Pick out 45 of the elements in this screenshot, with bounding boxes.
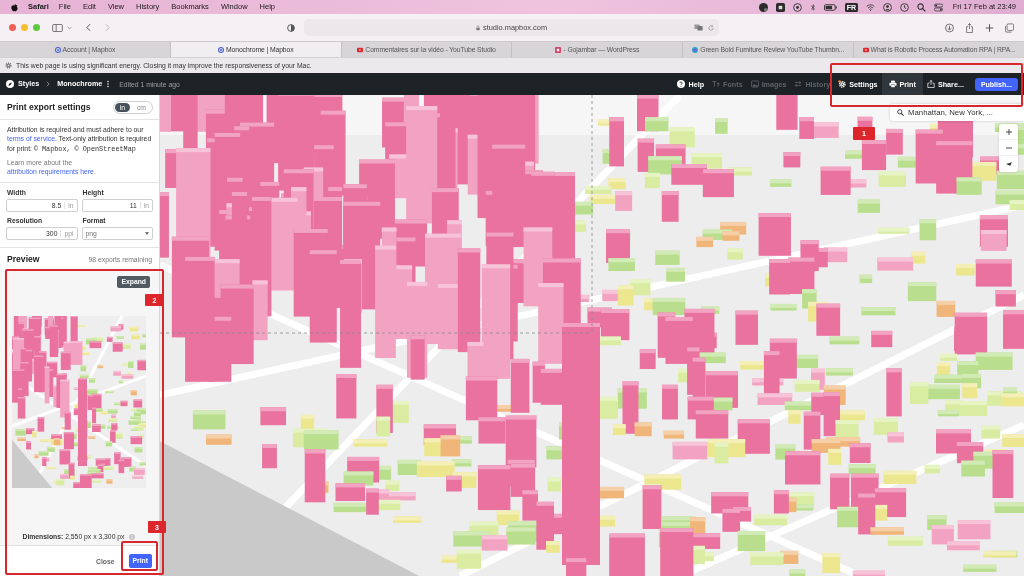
- caret-icon: [145, 232, 149, 236]
- swap-arrows-icon: [794, 80, 803, 88]
- control-center-icon[interactable]: [933, 2, 943, 12]
- text-icon: [712, 80, 721, 88]
- bluetooth-icon[interactable]: [810, 2, 817, 12]
- gear-icon: [838, 80, 847, 88]
- battery-icon[interactable]: [824, 3, 838, 11]
- printer-icon: [888, 80, 897, 88]
- help-icon: [677, 80, 686, 88]
- image-icon: [750, 80, 759, 88]
- compass-icon: [1005, 161, 1012, 167]
- close-window-button[interactable]: [9, 24, 16, 31]
- play-icon: [357, 46, 364, 53]
- share-icon[interactable]: [965, 22, 974, 33]
- tile-icon[interactable]: [776, 2, 786, 12]
- search-icon[interactable]: [916, 2, 926, 12]
- sidebar-icon[interactable]: [52, 23, 63, 32]
- circle-logo-icon: [692, 46, 699, 53]
- share-icon: [926, 80, 935, 88]
- back-icon[interactable]: [86, 23, 91, 32]
- apple-icon[interactable]: [11, 2, 18, 12]
- clock-icon[interactable]: [899, 2, 909, 12]
- logo-icon[interactable]: [6, 80, 14, 88]
- translate-icon[interactable]: [694, 24, 703, 31]
- ring-logo-icon: [218, 46, 224, 53]
- chevron-right-icon: [46, 81, 51, 87]
- app-icon[interactable]: [759, 2, 769, 12]
- search-icon: [897, 109, 904, 116]
- panel-title: Print export settings: [7, 102, 91, 112]
- minus-icon: [1005, 144, 1012, 151]
- new-tab-icon[interactable]: [985, 22, 994, 33]
- preview-title: Preview: [7, 254, 40, 265]
- half-circle-icon[interactable]: [287, 23, 295, 32]
- record-icon[interactable]: [793, 2, 803, 12]
- gear-icon: [5, 62, 12, 69]
- plus-icon: [1005, 128, 1012, 135]
- more-icon[interactable]: [107, 80, 110, 88]
- play-icon: [862, 46, 869, 53]
- tab-overview-icon[interactable]: [1005, 22, 1014, 33]
- user-icon[interactable]: [882, 2, 892, 12]
- download-icon[interactable]: [945, 22, 954, 33]
- wifi-icon[interactable]: [865, 2, 875, 12]
- lock-icon: [475, 24, 480, 31]
- ring-logo-icon: [54, 46, 61, 53]
- square-logo-icon: [555, 46, 562, 53]
